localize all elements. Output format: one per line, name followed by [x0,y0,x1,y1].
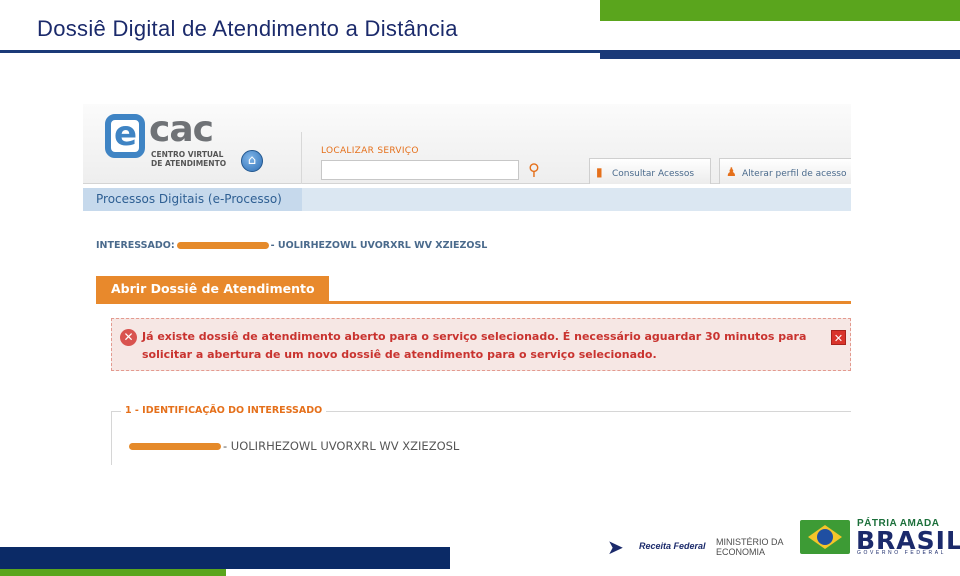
redaction-mark [176,242,269,249]
identificacao-legend: 1 - IDENTIFICAÇÃO DO INTERESSADO [121,405,327,416]
ecac-screenshot: e cac CENTRO VIRTUAL DE ATENDIMENTO ⌂ LO… [83,104,851,465]
ecac-logo-mark: e [105,114,145,158]
identificacao-fieldset [111,411,851,465]
alterar-perfil-label: Alterar perfil de acesso [742,169,847,179]
interessado-name: - UOLIRHEZOWL UVORXRL WV XZIEZOSL [270,240,488,251]
ministerio-economia-logo: MINISTÉRIO DA ECONOMIA [716,537,784,557]
consultar-acessos-label: Consultar Acessos [612,169,695,179]
receita-federal-logo: ➤ Receita Federal [607,533,706,559]
error-icon: ✕ [120,329,137,346]
interessado-line: INTERESSADO: - UOLIRHEZOWL UVORXRL WV XZI… [96,240,487,251]
tab-abrir-dossie[interactable]: Abrir Dossiê de Atendimento [96,276,329,302]
tab-processos-digitais[interactable]: Processos Digitais (e-Processo) [83,188,302,211]
bottom-green-bar [0,569,226,576]
receita-federal-icon: ➤ [607,537,624,559]
identificacao-value: - UOLIRHEZOWL UVORXRL WV XZIEZOSL [127,439,459,453]
search-input[interactable] [321,160,519,180]
slide-title: Dossiê Digital de Atendimento a Distânci… [37,16,458,41]
identificacao-name: - UOLIRHEZOWL UVORXRL WV XZIEZOSL [223,439,460,453]
ecac-logo-text: cac [149,109,214,150]
ecac-logo-subtitle: CENTRO VIRTUAL DE ATENDIMENTO [151,150,227,168]
ministerio-line-2: ECONOMIA [716,547,766,557]
brasil-flag-icon [800,520,850,554]
header-rule-accent [600,53,960,59]
consultar-acessos-button[interactable]: ▮ Consultar Acessos [589,158,711,184]
alterar-perfil-button[interactable]: ♟ Alterar perfil de acesso [719,158,851,184]
top-green-bar [600,0,960,21]
search-label: LOCALIZAR SERVIÇO [321,146,419,156]
redaction-mark [129,443,221,450]
bottom-blue-bar [0,547,450,569]
receita-federal-text: Receita Federal [639,541,706,551]
interessado-label: INTERESSADO: [96,240,175,251]
header-divider [301,132,302,184]
ecac-header: e cac CENTRO VIRTUAL DE ATENDIMENTO ⌂ LO… [83,104,851,184]
error-message: Já existe dossiê de atendimento aberto p… [142,330,807,361]
ministerio-line-1: MINISTÉRIO DA [716,537,784,547]
ecac-logo-e: e [114,114,138,154]
chart-search-icon: ▮ [596,165,603,179]
users-icon: ♟ [726,165,737,179]
close-icon[interactable]: ✕ [831,330,846,345]
search-icon[interactable]: ⚲ [525,161,543,179]
flag-circle [817,529,833,545]
home-icon[interactable]: ⌂ [241,150,263,172]
governo-federal-text: GOVERNO FEDERAL [857,550,947,556]
error-message-box: ✕ Já existe dossiê de atendimento aberto… [111,318,851,371]
tab-underline [96,301,851,304]
